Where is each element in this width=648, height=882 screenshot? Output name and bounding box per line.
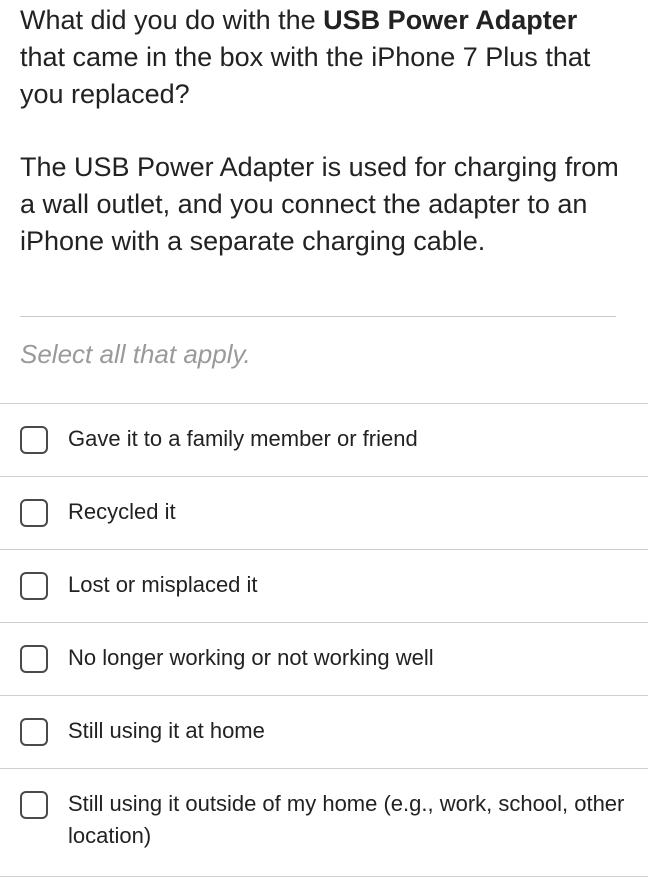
option-row[interactable]: No longer working or not working well — [0, 623, 648, 696]
option-label: Still using it outside of my home (e.g.,… — [68, 791, 625, 848]
options-list: Gave it to a family member or friend Rec… — [0, 403, 648, 877]
option-label: Still using it at home — [68, 718, 265, 743]
question-suffix: that came in the box with the iPhone 7 P… — [20, 42, 591, 109]
divider — [20, 316, 616, 317]
question-prefix: What did you do with the — [20, 5, 324, 35]
option-row[interactable]: Still using it outside of my home (e.g.,… — [0, 769, 648, 877]
option-label: Lost or misplaced it — [68, 572, 258, 597]
checkbox-option-using-outside-home[interactable] — [20, 791, 48, 819]
question-text: What did you do with the USB Power Adapt… — [20, 2, 620, 113]
survey-page: What did you do with the USB Power Adapt… — [0, 0, 648, 882]
option-row[interactable]: Still using it at home — [0, 696, 648, 769]
question-description: The USB Power Adapter is used for chargi… — [20, 152, 619, 256]
option-label: Gave it to a family member or friend — [68, 426, 418, 451]
option-label: No longer working or not working well — [68, 645, 434, 670]
option-label: Recycled it — [68, 499, 176, 524]
checkbox-option-lost[interactable] — [20, 572, 48, 600]
option-row[interactable]: Gave it to a family member or friend — [0, 404, 648, 477]
checkbox-option-recycled[interactable] — [20, 499, 48, 527]
checkbox-option-not-working[interactable] — [20, 645, 48, 673]
checkbox-option-using-at-home[interactable] — [20, 718, 48, 746]
instruction-text: Select all that apply. — [20, 339, 251, 369]
question-bold-term: USB Power Adapter — [323, 5, 578, 35]
option-row[interactable]: Lost or misplaced it — [0, 550, 648, 623]
checkbox-option-gave-away[interactable] — [20, 426, 48, 454]
option-row[interactable]: Recycled it — [0, 477, 648, 550]
